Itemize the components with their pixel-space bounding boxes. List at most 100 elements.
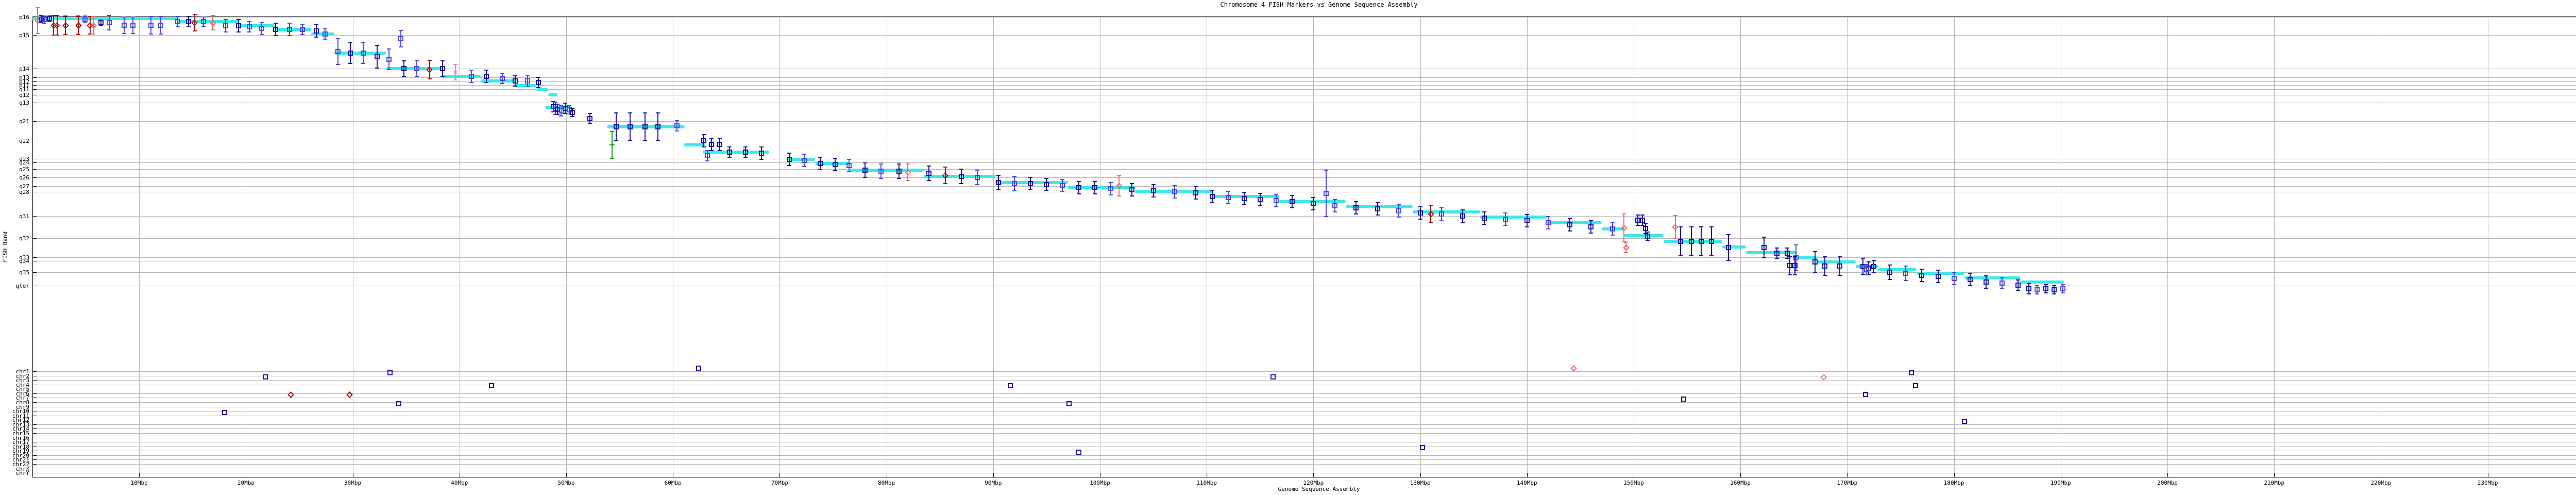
data-point-15-cap-bottom [149, 34, 153, 35]
assembly-segment-26 [1413, 210, 1480, 213]
data-point-92-cap-top [1151, 184, 1156, 185]
data-point-81-square-marker [975, 175, 980, 180]
data-point-108-cap-bottom [1429, 222, 1433, 223]
data-point-7-diamond-marker [75, 22, 82, 29]
gridline-x-90 [993, 16, 994, 477]
data-point-96-cap-bottom [1226, 203, 1230, 204]
data-point-143-cap-top [1888, 265, 1892, 266]
data-point-83-cap-top [1012, 176, 1016, 177]
xtick-170 [1847, 473, 1848, 477]
data-point-23-square-marker [236, 23, 241, 28]
data-point-14-square-marker [130, 23, 135, 28]
ytick-label-q25: q25 [3, 167, 29, 172]
data-point-107-cap-top [1418, 206, 1422, 207]
data-point-156-cap-bottom [2061, 292, 2065, 293]
data-point-20-square-marker [201, 19, 206, 24]
data-point-145-cap-top [1920, 269, 1924, 270]
gridline-row-chr15 [32, 433, 2576, 434]
data-point-35-cap-bottom [387, 69, 391, 70]
data-point-43-cap-top [484, 70, 488, 71]
data-point-153-cap-bottom [2035, 293, 2039, 294]
xtick-label-40: 40Mbp [444, 480, 475, 486]
data-point-106-cap-top [1397, 204, 1401, 205]
data-point-124-diamond-marker [1672, 224, 1679, 230]
data-point-81-cap-bottom [975, 184, 979, 185]
data-point-148-cap-top [1968, 273, 1972, 274]
data-point-47-square-marker [536, 80, 541, 85]
data-point-38-cap-bottom [415, 76, 419, 77]
data-point-67-square-marker [743, 150, 748, 155]
gridline-row-chr13 [32, 424, 2576, 425]
data-point-131-cap-top [1775, 248, 1779, 249]
data-point-83-square-marker [1012, 181, 1017, 186]
data-point-32-cap-bottom [348, 63, 352, 64]
data-point-147-cap-bottom [1952, 284, 1956, 285]
data-point-122-cap-top [1643, 223, 1648, 224]
data-point-100-square-marker [1290, 199, 1295, 204]
data-point-63-square-marker [709, 142, 714, 147]
data-point-58-cap-top [643, 112, 647, 113]
gridline-row-q32 [32, 238, 2576, 239]
ytick-chr3 [32, 380, 37, 381]
data-point-138-cap-top [1838, 256, 1842, 257]
data-point-153-square-marker [2035, 287, 2040, 292]
data-point-61-cap-top [610, 131, 614, 132]
data-point-18-cap-bottom [187, 26, 191, 27]
data-point-133-cap-top [1794, 244, 1798, 245]
data-point-68-cap-top [759, 146, 764, 147]
data-point-135-cap-bottom [1793, 274, 1797, 275]
xtick-label-120: 120Mbp [1298, 480, 1329, 486]
data-point-16-cap-bottom [159, 34, 163, 35]
gridline-x-10 [139, 16, 140, 477]
data-point-26-cap-top [274, 23, 278, 24]
data-point-25-square-marker [259, 26, 264, 31]
ytick-chr21 [32, 459, 37, 460]
data-point-13-cap-bottom [122, 33, 126, 34]
xtick-label-110: 110Mbp [1191, 480, 1222, 486]
gridline-row-chr3 [32, 380, 2576, 381]
data-point-79-cap-top [943, 167, 947, 168]
data-point-21-cap-bottom [211, 29, 215, 30]
data-point-137-cap-top [1823, 256, 1827, 257]
data-point-37-square-marker [401, 66, 406, 71]
xtick-50 [566, 473, 567, 477]
ytick-chr13 [32, 424, 37, 425]
data-point-45-cap-top [513, 75, 517, 76]
ytick-chr20 [32, 455, 37, 456]
data-point-18-square-marker [186, 19, 191, 24]
data-point-80-cap-bottom [959, 183, 963, 184]
data-point-34-cap-top [375, 45, 379, 46]
data-point-150-cap-top [2000, 277, 2004, 278]
data-point-137-square-marker [1822, 263, 1827, 269]
data-point-31-cap-bottom [336, 64, 340, 65]
data-point-86-cap-bottom [1060, 191, 1064, 192]
data-point-146-square-marker [1936, 274, 1941, 279]
data-point-22-cap-bottom [224, 31, 228, 32]
data-point-87-cap-top [1077, 181, 1081, 182]
data-point-109-square-marker [1439, 211, 1444, 217]
ytick-label-q24: q24 [3, 160, 29, 166]
data-point-105-cap-top [1376, 202, 1380, 203]
data-point-28-cap-bottom [300, 34, 304, 35]
chart-page: Chromosome 4 FISH Markers vs Genome Sequ… [0, 0, 2576, 495]
data-point-44-cap-top [500, 73, 504, 74]
data-point-69-cap-bottom [787, 165, 791, 166]
data-point-154-cap-top [2044, 284, 2048, 285]
assembly-segment-18 [850, 169, 924, 172]
xtick-label-170: 170Mbp [1832, 480, 1862, 486]
data-point-12-cap-bottom [107, 29, 111, 30]
gridline-row-chr8 [32, 402, 2576, 403]
data-point-91-cap-top [1130, 183, 1134, 184]
data-point-37-cap-bottom [402, 76, 406, 77]
xtick-label-210: 210Mbp [2259, 480, 2290, 486]
data-point-62-square-marker [701, 138, 706, 143]
data-point-40-square-marker [440, 66, 445, 71]
data-point-22-cap-top [224, 19, 228, 20]
data-point-89-square-marker [1108, 186, 1113, 191]
gridline-row-chr20 [32, 455, 2576, 456]
data-point-95-square-marker [1210, 194, 1215, 199]
assembly-segment-10 [536, 88, 548, 91]
data-point-98-cap-bottom [1258, 205, 1262, 206]
data-point-84-square-marker [1028, 181, 1033, 186]
data-point-78-cap-top [927, 166, 931, 167]
